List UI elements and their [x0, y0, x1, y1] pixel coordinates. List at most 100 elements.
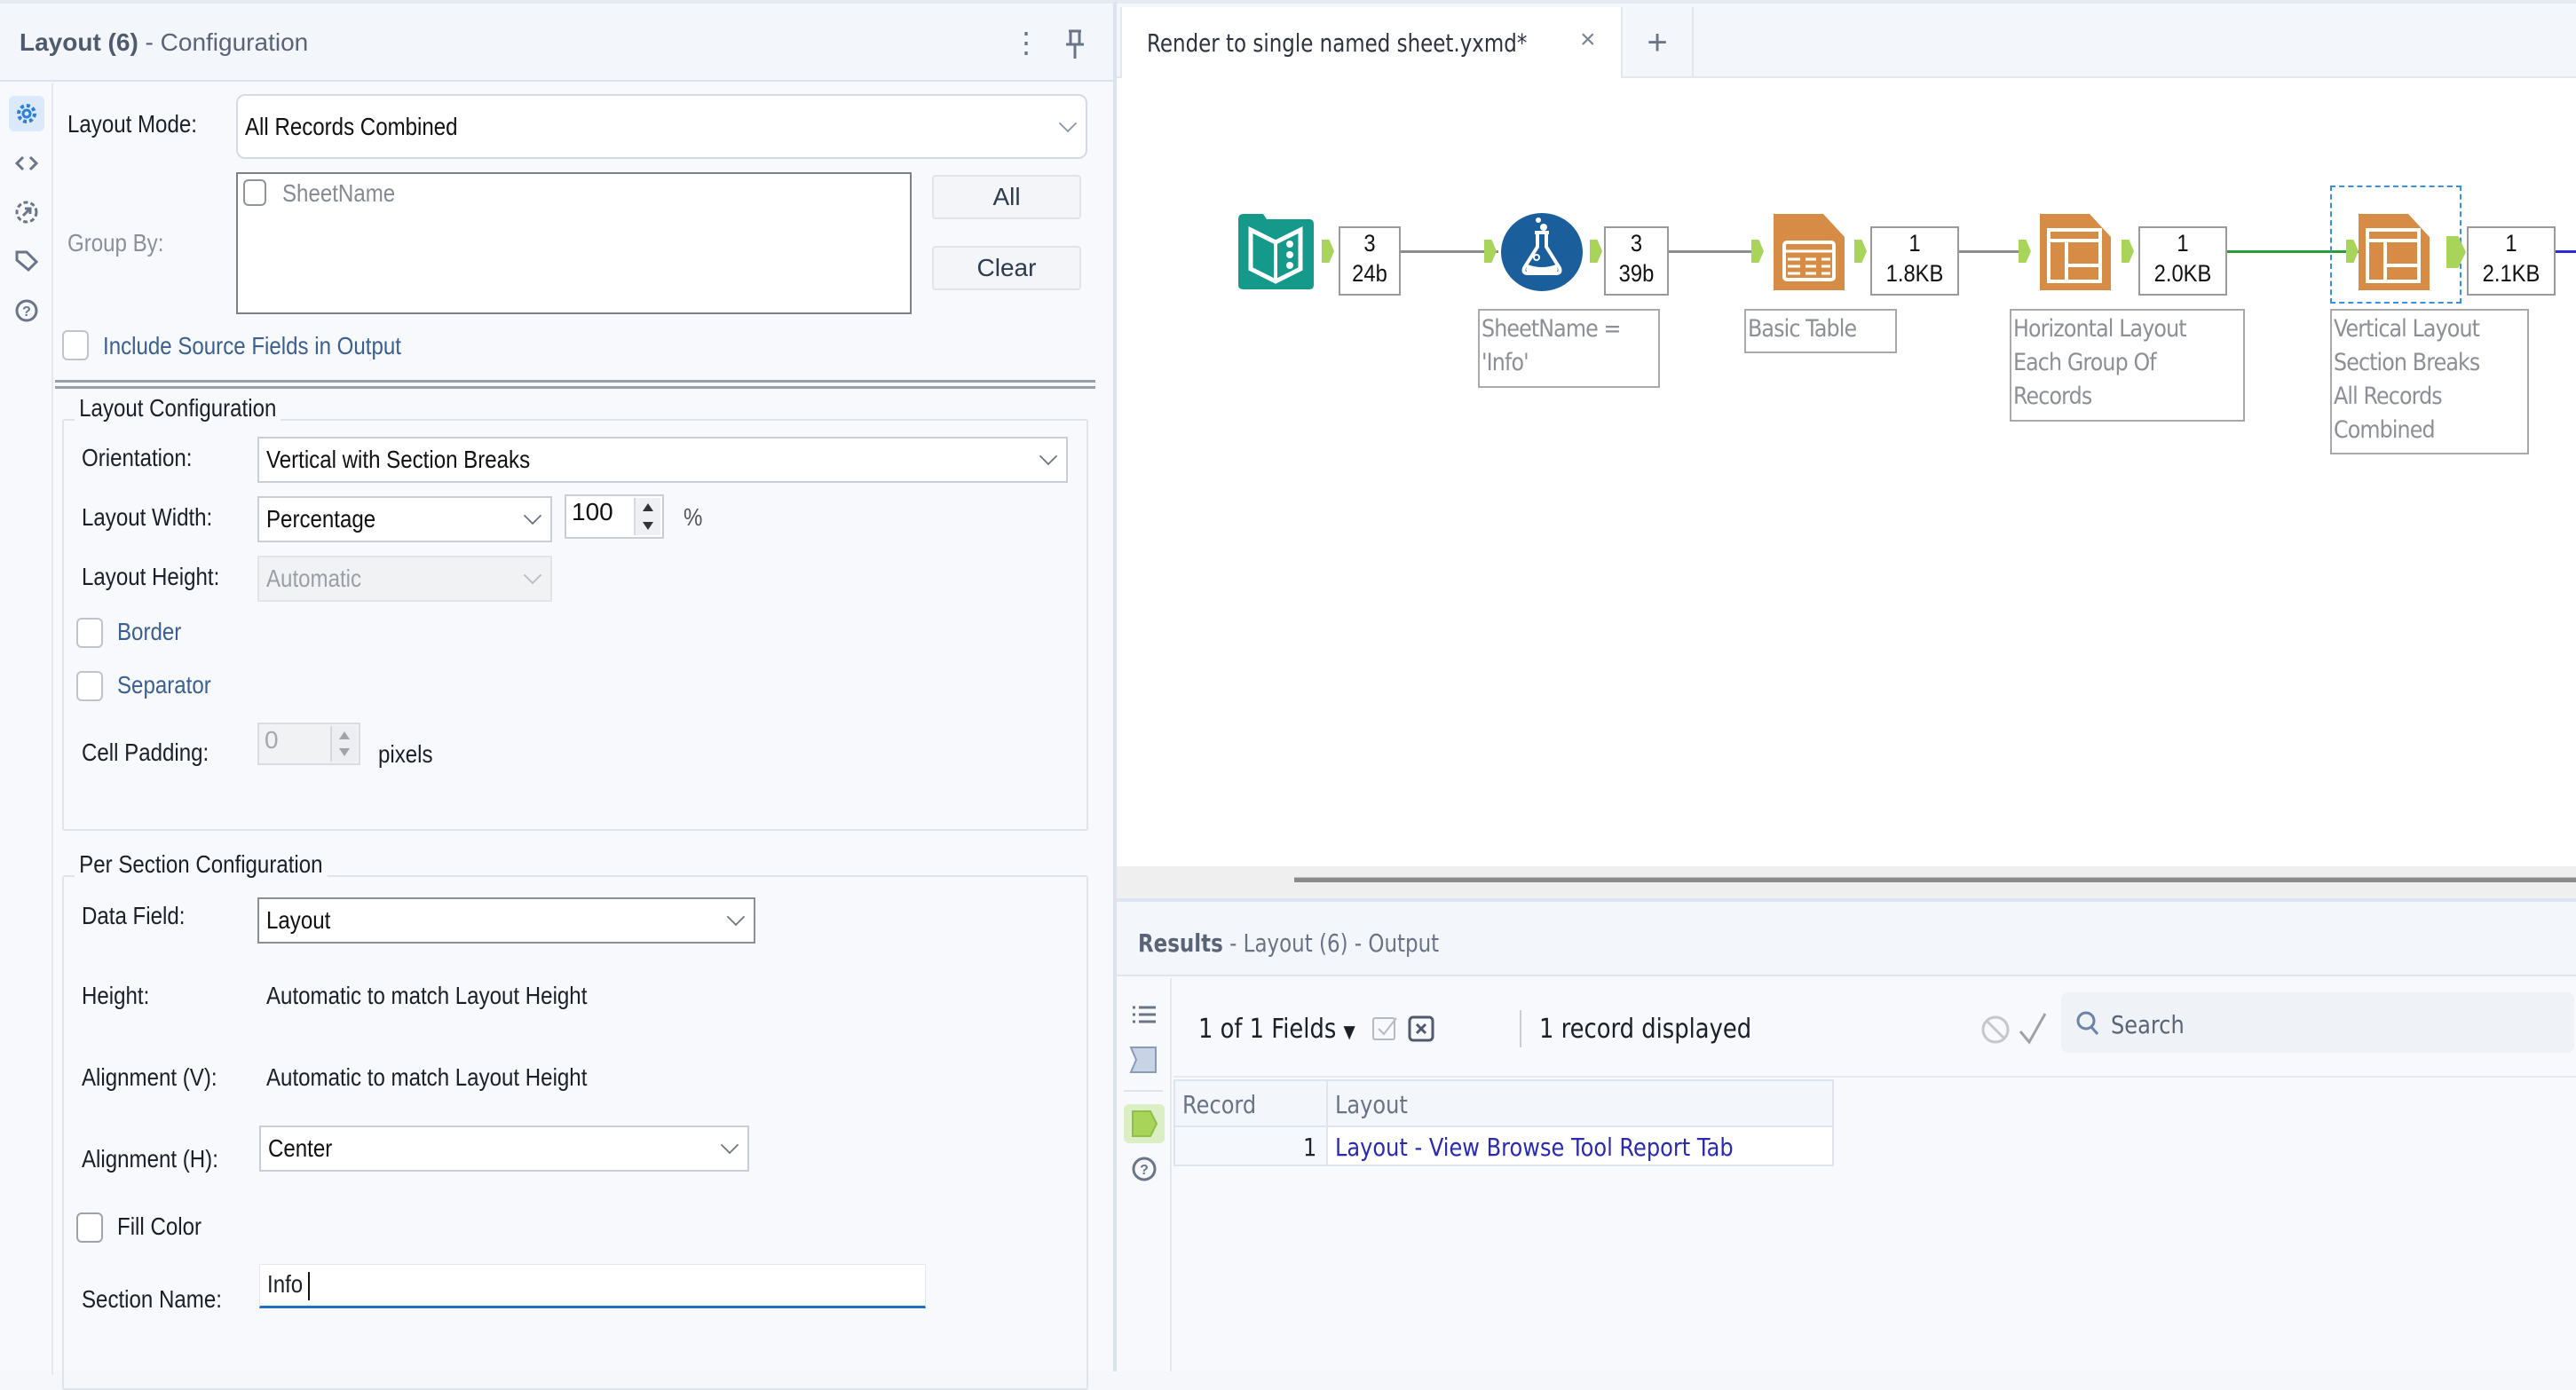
arrow-up-icon[interactable]	[643, 503, 653, 511]
orientation-dropdown[interactable]: Vertical with Section Breaks	[257, 437, 1068, 483]
help-icon[interactable]: ?	[9, 293, 44, 328]
record-count-badge: 3 24b	[1339, 226, 1401, 296]
output-anchor-icon[interactable]	[1124, 1104, 1165, 1143]
input-anchor[interactable]	[1751, 240, 1764, 263]
alignment-h-label: Alignment (H):	[82, 1145, 218, 1173]
chevron-down-icon	[523, 506, 542, 525]
layout-height-label: Layout Height:	[82, 563, 220, 590]
tab-workflow-document[interactable]: Render to single named sheet.yxmd* ×	[1120, 7, 1621, 82]
input-anchor[interactable]	[2019, 240, 2031, 263]
input-anchor-icon[interactable]	[1129, 1046, 1158, 1078]
more-options-icon[interactable]: ⋮	[1012, 27, 1040, 59]
stepper-arrows[interactable]	[634, 498, 660, 535]
record-count-badge: 1 2.0KB	[2138, 226, 2227, 296]
cancel-icon[interactable]	[1979, 1014, 2011, 1050]
separator-checkbox[interactable]	[76, 671, 103, 701]
vertical-layout-tool[interactable]	[2355, 210, 2432, 293]
group-by-field-checkbox[interactable]	[243, 179, 266, 206]
table-row-layout-link[interactable]: Layout - View Browse Tool Report Tab	[1326, 1127, 1834, 1166]
workflow-canvas[interactable]: 3 24b 3 39b SheetName = 'Info' 1 1.8KB B…	[1117, 78, 2576, 866]
record-count: 1	[2177, 230, 2189, 257]
layout-width-stepper[interactable]: 100	[565, 494, 664, 539]
record-count: 3	[1363, 230, 1376, 257]
flask-icon	[1501, 213, 1583, 291]
annotation-text: Basic Table	[1748, 315, 1857, 343]
deselect-fields-icon[interactable]	[1406, 1014, 1436, 1048]
connection-icon[interactable]	[9, 194, 44, 230]
data-field-dropdown[interactable]: Layout	[257, 897, 755, 944]
cell-padding-value: 0	[265, 726, 279, 754]
layout-width-value: 100	[572, 498, 613, 525]
column-header-layout[interactable]: Layout	[1326, 1079, 1834, 1127]
canvas-horizontal-scrollbar[interactable]	[1117, 866, 2576, 902]
workflow-area: Render to single named sheet.yxmd* × + 3…	[1117, 0, 2576, 1371]
input-anchor[interactable]	[1484, 240, 1497, 263]
layout-link[interactable]: Layout - View Browse Tool Report Tab	[1335, 1133, 1734, 1162]
arrow-up-icon[interactable]	[339, 731, 350, 739]
close-icon[interactable]: ×	[1580, 25, 1596, 55]
results-header: Results - Layout (6) - Output	[1117, 902, 2576, 976]
table-row-record-number: 1	[1173, 1127, 1328, 1166]
code-icon[interactable]	[9, 146, 44, 181]
annotation-text: Vertical Layout Section Breaks All Recor…	[2334, 315, 2480, 444]
output-anchor[interactable]	[1590, 240, 1602, 263]
tool-annotation[interactable]: Horizontal Layout Each Group Of Records	[2010, 309, 2245, 422]
clear-button[interactable]: Clear	[932, 246, 1081, 290]
tool-annotation[interactable]: Basic Table	[1744, 309, 1897, 353]
tool-annotation[interactable]: Vertical Layout Section Breaks All Recor…	[2330, 309, 2529, 454]
layout-width-mode-dropdown[interactable]: Percentage	[257, 496, 552, 542]
pin-icon[interactable]	[1062, 28, 1088, 60]
output-anchor[interactable]	[1854, 240, 1867, 263]
tool-annotation[interactable]: SheetName = 'Info'	[1478, 309, 1660, 388]
arrow-down-icon[interactable]	[339, 748, 350, 756]
border-checkbox[interactable]	[76, 618, 103, 648]
results-icon-rail: ?	[1117, 978, 1172, 1371]
connection-line	[1669, 250, 1763, 253]
formula-tool[interactable]	[1499, 208, 1584, 293]
column-header-record[interactable]: Record	[1173, 1079, 1328, 1127]
select-all-fields-icon[interactable]	[1371, 1014, 1401, 1048]
new-tab-button[interactable]: +	[1621, 7, 1694, 80]
arrow-down-icon[interactable]	[643, 522, 653, 530]
output-anchor[interactable]	[2446, 236, 2466, 268]
basic-table-tool[interactable]	[1770, 210, 1847, 293]
horizontal-layout-tool[interactable]	[2036, 210, 2114, 293]
group-by-list[interactable]: SheetName	[236, 172, 912, 314]
output-anchor[interactable]	[2122, 240, 2134, 263]
help-icon[interactable]: ?	[1131, 1156, 1158, 1187]
section-name-label: Section Name:	[82, 1285, 222, 1313]
scrollbar-thumb[interactable]	[1294, 877, 2576, 882]
text-input-tool[interactable]	[1235, 210, 1317, 293]
search-input[interactable]: Search	[2061, 992, 2574, 1053]
records-displayed-label: 1 record displayed	[1539, 1014, 1752, 1045]
layout-width-label: Layout Width:	[82, 503, 213, 531]
table-icon	[1774, 214, 1845, 290]
fill-color-label: Fill Color	[117, 1212, 202, 1240]
group-by-field-label: SheetName	[282, 179, 396, 207]
output-anchor[interactable]	[1322, 240, 1334, 263]
fields-selector[interactable]: 1 of 1 Fields ▼	[1198, 1014, 1355, 1045]
height-value: Automatic to match Layout Height	[266, 982, 588, 1009]
list-icon[interactable]	[1131, 1005, 1158, 1032]
layout-height-dropdown[interactable]: Automatic	[257, 556, 552, 602]
border-label: Border	[117, 618, 182, 645]
layout-configuration-legend: Layout Configuration	[75, 394, 281, 423]
connection-line	[2556, 250, 2576, 253]
checkmark-icon[interactable]	[2017, 1010, 2049, 1050]
tag-icon[interactable]	[9, 243, 44, 279]
alignment-h-dropdown[interactable]: Center	[259, 1125, 749, 1172]
toolbar-divider	[1520, 1010, 1521, 1047]
select-all-button[interactable]: All	[932, 175, 1081, 219]
orientation-value: Vertical with Section Breaks	[266, 446, 531, 473]
gear-icon[interactable]	[9, 96, 44, 131]
orientation-label: Orientation:	[82, 444, 193, 471]
separator-line	[55, 380, 1095, 383]
section-name-input[interactable]: Info	[259, 1264, 926, 1308]
layout-mode-dropdown[interactable]: All Records Combined	[236, 94, 1087, 159]
fill-color-checkbox[interactable]	[76, 1212, 103, 1243]
cell-padding-label: Cell Padding:	[82, 738, 209, 766]
cell-padding-stepper[interactable]: 0	[257, 723, 360, 765]
include-source-fields-checkbox[interactable]	[62, 330, 89, 360]
configuration-panel: Layout (6) - Configuration ⋮ ? Layout Mo…	[0, 0, 1117, 1390]
stepper-arrows[interactable]	[330, 726, 357, 762]
